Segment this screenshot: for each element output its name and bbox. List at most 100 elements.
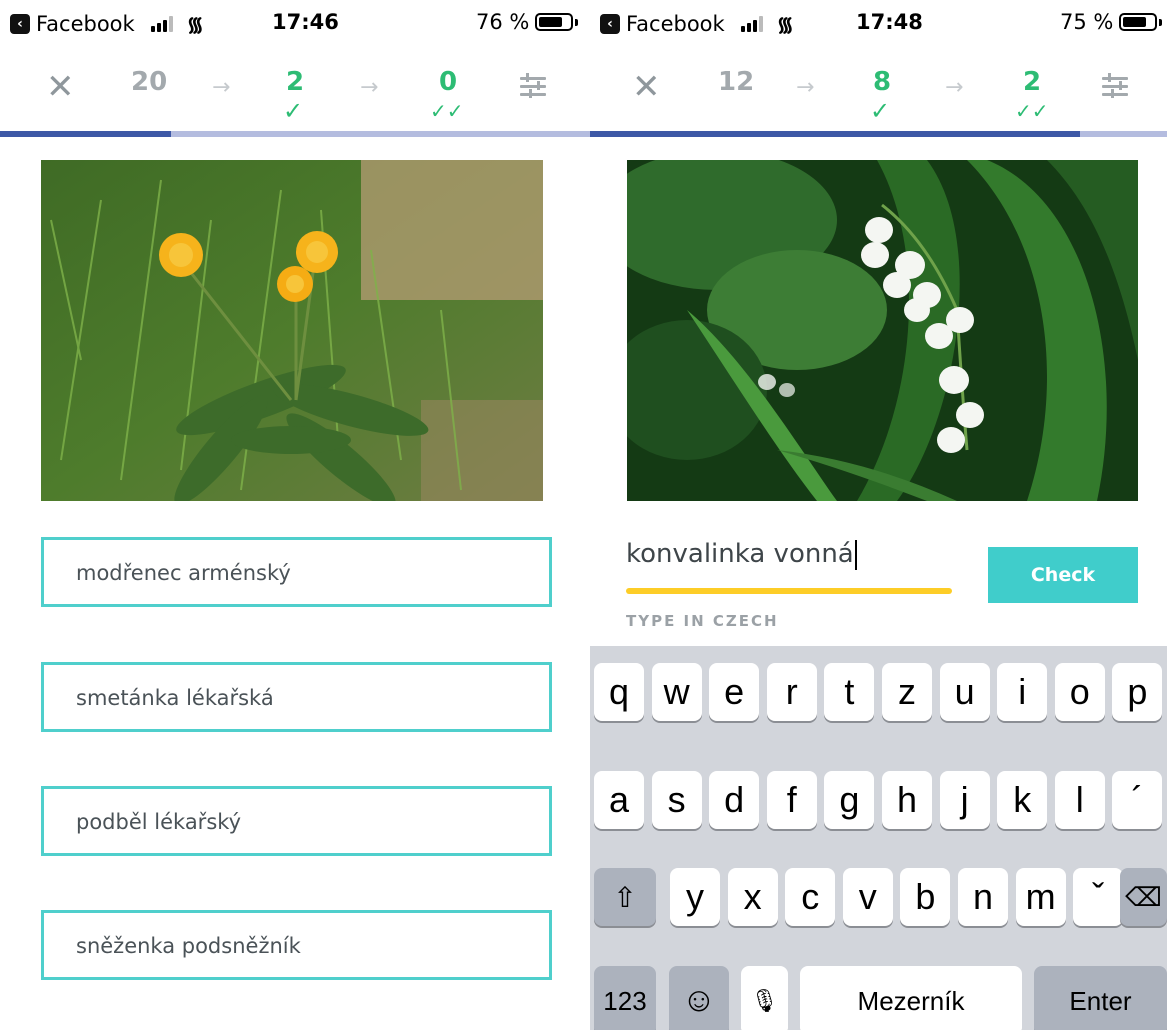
key-label: m — [1025, 876, 1056, 918]
battery-percent: 75 % — [1060, 10, 1114, 34]
key-6[interactable]: m — [1015, 868, 1066, 926]
sliders-icon[interactable] — [1102, 73, 1128, 99]
key-label: s — [667, 779, 686, 821]
input-hint: TYPE IN CZECH — [626, 612, 779, 630]
key-label: t — [844, 671, 855, 713]
key-3[interactable]: v — [842, 868, 893, 926]
key-q[interactable]: q — [594, 663, 644, 721]
key-5[interactable]: h — [882, 771, 932, 829]
emoji-icon[interactable]: ☺ — [669, 966, 729, 1030]
key-label: l — [1075, 779, 1084, 821]
key-0[interactable]: y — [670, 868, 720, 926]
double-check-icon: ✓✓ — [430, 99, 464, 123]
key-label: j — [960, 779, 969, 821]
session-header: ✕ 12 → 8 ✓ → 2 ✓✓ — [590, 55, 1167, 125]
check-icon: ✓ — [283, 97, 304, 125]
numbers-key[interactable]: 123 — [594, 966, 656, 1030]
enter-key[interactable]: Enter — [1034, 966, 1167, 1030]
key-3[interactable]: f — [766, 771, 817, 829]
option-label: smetánka lékařská — [76, 686, 274, 710]
back-app-label: Facebook — [36, 11, 135, 36]
key-2[interactable]: c — [785, 868, 836, 926]
back-icon: ‹ — [10, 13, 30, 34]
key-4[interactable]: g — [824, 771, 875, 829]
key-label: h — [896, 779, 918, 821]
known-count: 8 — [873, 67, 892, 97]
progress-bar — [0, 131, 590, 137]
wifi-icon: ᯾ — [776, 12, 794, 36]
session-header: ✕ 20 → 2 ✓ → 0 ✓✓ — [0, 55, 590, 125]
backspace-icon[interactable]: ⌫ — [1120, 868, 1167, 926]
sliders-icon[interactable] — [520, 73, 546, 99]
key-label: a — [608, 779, 630, 821]
space-key[interactable]: Mezerník — [800, 966, 1022, 1030]
key-8[interactable]: l — [1054, 771, 1105, 829]
close-icon[interactable]: ✕ — [632, 67, 661, 107]
key-u[interactable]: u — [939, 663, 990, 721]
status-bar: ‹ Facebook ᯾ 17:48 75 % — [590, 8, 1167, 42]
key-label: c — [801, 876, 820, 918]
key-6[interactable]: j — [939, 771, 990, 829]
key-label: d — [724, 779, 745, 821]
key-0[interactable]: a — [594, 771, 644, 829]
answer-option-2[interactable]: smetánka lékařská — [41, 662, 552, 732]
battery-percent: 76 % — [476, 10, 530, 34]
key-label: n — [972, 876, 994, 918]
key-label: ☺ — [681, 981, 717, 1020]
battery-icon — [535, 13, 574, 31]
key-2[interactable]: d — [709, 771, 760, 829]
check-button[interactable]: Check — [988, 547, 1138, 603]
back-app-label: Facebook — [626, 11, 725, 36]
back-to-app[interactable]: ‹ Facebook ᯾ — [600, 10, 794, 37]
dandelion-photo — [41, 160, 543, 501]
battery: 75 % — [1060, 10, 1163, 34]
back-to-app[interactable]: ‹ Facebook ᯾ — [10, 10, 204, 37]
key-o[interactable]: o — [1054, 663, 1105, 721]
key-i[interactable]: i — [997, 663, 1048, 721]
option-label: podběl lékařský — [76, 810, 242, 834]
key-t[interactable]: t — [824, 663, 875, 721]
lily-of-the-valley-photo — [627, 160, 1138, 501]
key-label: r — [785, 671, 798, 713]
key-label: g — [839, 779, 860, 821]
close-icon[interactable]: ✕ — [46, 67, 75, 107]
option-label: sněženka podsněžník — [76, 934, 301, 958]
key-9[interactable]: ´ — [1112, 771, 1163, 829]
key-label: ⇧ — [613, 881, 637, 913]
key-1[interactable]: s — [651, 771, 702, 829]
key-4[interactable]: b — [900, 868, 951, 926]
back-icon: ‹ — [600, 13, 620, 34]
clock: 17:46 — [272, 10, 339, 34]
key-r[interactable]: r — [766, 663, 817, 721]
key-label: w — [663, 671, 690, 713]
answer-input[interactable]: konvalinka vonná — [626, 539, 857, 570]
key-label: o — [1069, 671, 1090, 713]
status-bar: ‹ Facebook ᯾ 17:46 76 % — [0, 8, 590, 42]
key-label: k — [1013, 779, 1032, 821]
answer-option-3[interactable]: podběl lékařský — [41, 786, 552, 856]
shift-icon[interactable]: ⇧ — [594, 868, 656, 926]
key-5[interactable]: n — [958, 868, 1008, 926]
key-w[interactable]: w — [651, 663, 702, 721]
keyboard: q w e r t z u i o p a s d f g h j k l ´ ⇧ y x c v b n m ˇ ⌫ 123 ☺ 🎙 Mezer… — [590, 646, 1167, 1030]
key-label: Enter — [1069, 986, 1132, 1017]
check-icon: ✓ — [870, 97, 891, 125]
key-z[interactable]: z — [882, 663, 932, 721]
microphone-icon[interactable]: 🎙 — [741, 966, 788, 1030]
key-label: e — [724, 671, 745, 713]
answer-option-1[interactable]: modřenec arménský — [41, 537, 552, 607]
key-label: v — [858, 876, 877, 918]
known-count: 2 — [286, 67, 305, 97]
key-7[interactable]: ˇ — [1073, 868, 1124, 926]
clock: 17:48 — [856, 10, 923, 34]
mastered-count: 0 — [439, 67, 458, 97]
answer-text: konvalinka vonná — [626, 539, 854, 569]
key-p[interactable]: p — [1112, 663, 1163, 721]
signal-icon — [740, 15, 763, 32]
key-1[interactable]: x — [727, 868, 778, 926]
key-label: y — [686, 876, 704, 918]
key-7[interactable]: k — [997, 771, 1048, 829]
answer-option-4[interactable]: sněženka podsněžník — [41, 910, 552, 980]
key-e[interactable]: e — [709, 663, 760, 721]
learning-count: 20 — [131, 67, 168, 97]
